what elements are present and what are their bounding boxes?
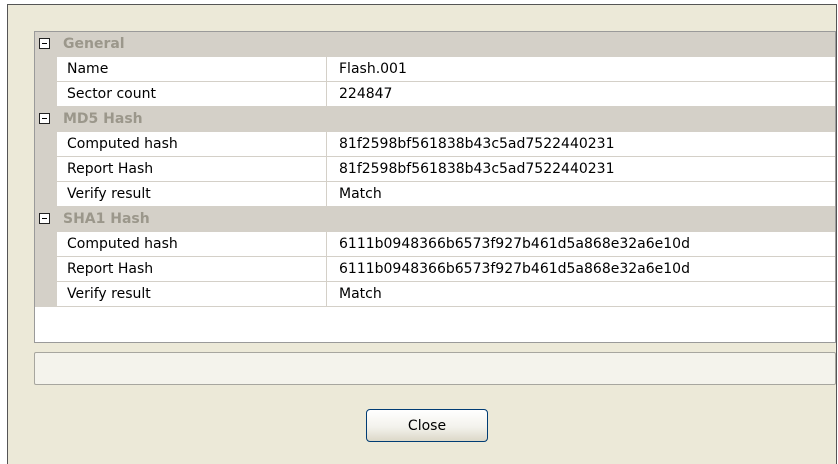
row-gutter <box>35 132 57 156</box>
status-panel <box>34 352 836 385</box>
property-name-cell: Name <box>57 57 327 81</box>
property-row-sha1-verify-result[interactable]: Verify result Match <box>35 282 835 307</box>
property-value: 81f2598bf561838b43c5ad7522440231 <box>339 161 615 177</box>
property-name-cell: Report Hash <box>57 257 327 281</box>
property-name-cell: Verify result <box>57 182 327 206</box>
property-name: Computed hash <box>67 136 178 152</box>
category-bar <box>57 107 835 131</box>
row-gutter <box>35 157 57 181</box>
row-gutter <box>35 57 57 81</box>
close-button[interactable]: Close <box>366 409 488 442</box>
property-name-cell: Report Hash <box>57 157 327 181</box>
collapse-minus-icon[interactable] <box>39 213 50 224</box>
property-value: Flash.001 <box>339 61 407 77</box>
property-name-cell: Computed hash <box>57 132 327 156</box>
property-name: Report Hash <box>67 161 154 177</box>
row-gutter <box>35 82 57 106</box>
property-value: 6111b0948366b6573f927b461d5a868e32a6e10d <box>339 261 690 277</box>
property-row-md5-verify-result[interactable]: Verify result Match <box>35 182 835 207</box>
property-value: 6111b0948366b6573f927b461d5a868e32a6e10d <box>339 236 690 252</box>
category-general[interactable]: General <box>35 32 835 57</box>
property-name: Name <box>67 61 109 77</box>
property-name: Computed hash <box>67 236 178 252</box>
property-row-name[interactable]: Name Flash.001 <box>35 57 835 82</box>
property-row-sector-count[interactable]: Sector count 224847 <box>35 82 835 107</box>
property-row-sha1-computed-hash[interactable]: Computed hash 6111b0948366b6573f927b461d… <box>35 232 835 257</box>
verify-hash-dialog: General Name Flash.001 Sector count 2248… <box>7 4 837 464</box>
property-row-sha1-report-hash[interactable]: Report Hash 6111b0948366b6573f927b461d5a… <box>35 257 835 282</box>
row-gutter <box>35 232 57 256</box>
property-value-cell[interactable]: 6111b0948366b6573f927b461d5a868e32a6e10d <box>327 257 835 281</box>
property-name-cell: Computed hash <box>57 232 327 256</box>
category-label: MD5 Hash <box>63 111 143 127</box>
category-gutter <box>35 107 57 131</box>
property-value-cell[interactable]: Match <box>327 282 835 306</box>
property-value-cell[interactable]: Match <box>327 182 835 206</box>
row-gutter <box>35 257 57 281</box>
property-name: Verify result <box>67 286 151 302</box>
collapse-minus-icon[interactable] <box>39 113 50 124</box>
property-value-cell[interactable]: 81f2598bf561838b43c5ad7522440231 <box>327 157 835 181</box>
property-name: Report Hash <box>67 261 154 277</box>
collapse-minus-icon[interactable] <box>39 38 50 49</box>
property-grid: General Name Flash.001 Sector count 2248… <box>34 31 836 343</box>
category-md5-hash[interactable]: MD5 Hash <box>35 107 835 132</box>
property-row-md5-report-hash[interactable]: Report Hash 81f2598bf561838b43c5ad752244… <box>35 157 835 182</box>
property-value-cell[interactable]: 224847 <box>327 82 835 106</box>
category-sha1-hash[interactable]: SHA1 Hash <box>35 207 835 232</box>
property-name-cell: Sector count <box>57 82 327 106</box>
row-gutter <box>35 282 57 306</box>
property-name-cell: Verify result <box>57 282 327 306</box>
property-value-cell[interactable]: 81f2598bf561838b43c5ad7522440231 <box>327 132 835 156</box>
category-gutter <box>35 207 57 231</box>
property-value: Match <box>339 286 382 302</box>
property-row-md5-computed-hash[interactable]: Computed hash 81f2598bf561838b43c5ad7522… <box>35 132 835 157</box>
property-name: Sector count <box>67 86 156 102</box>
category-label: General <box>63 36 125 52</box>
property-value-cell[interactable]: Flash.001 <box>327 57 835 81</box>
category-bar <box>57 207 835 231</box>
category-gutter <box>35 32 57 56</box>
category-label: SHA1 Hash <box>63 211 150 227</box>
property-name: Verify result <box>67 186 151 202</box>
property-value: 81f2598bf561838b43c5ad7522440231 <box>339 136 615 152</box>
category-bar <box>57 32 835 56</box>
property-value: 224847 <box>339 86 393 102</box>
row-gutter <box>35 182 57 206</box>
property-value-cell[interactable]: 6111b0948366b6573f927b461d5a868e32a6e10d <box>327 232 835 256</box>
property-value: Match <box>339 186 382 202</box>
